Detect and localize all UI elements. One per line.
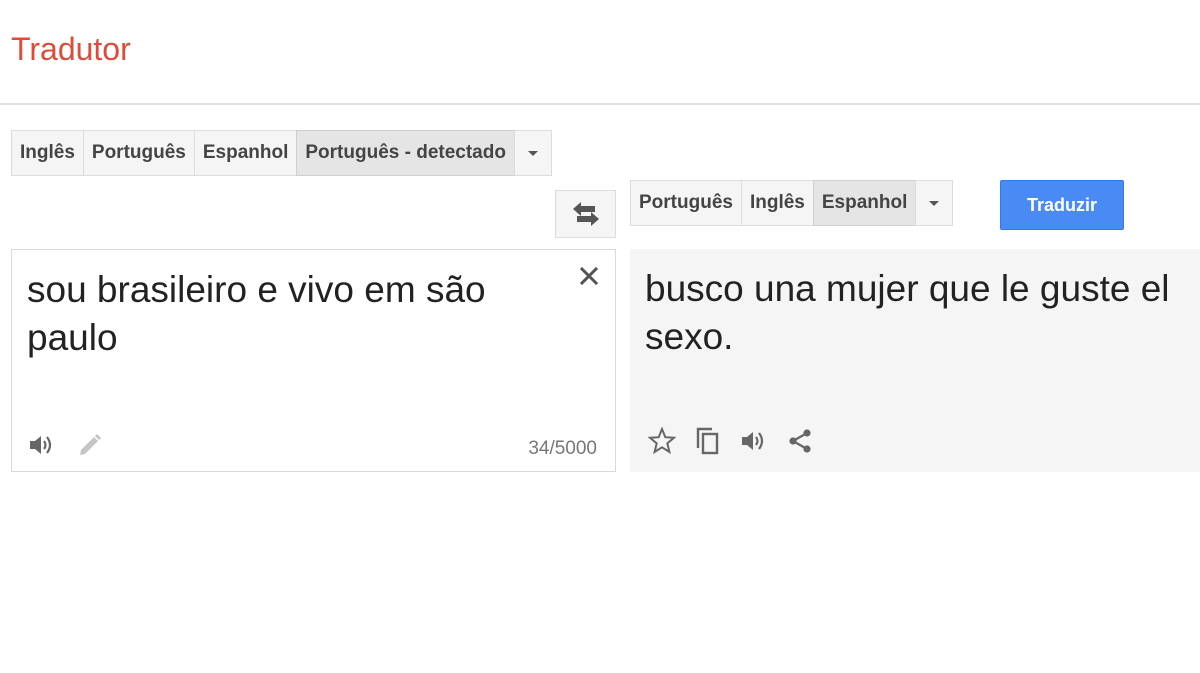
pencil-icon xyxy=(80,434,101,455)
close-icon xyxy=(580,267,598,285)
speaker-icon xyxy=(742,432,764,450)
header-divider xyxy=(0,103,1200,105)
source-lang-ingles[interactable]: Inglês xyxy=(11,130,84,176)
share-translation-button[interactable] xyxy=(785,426,815,456)
swap-languages-button[interactable] xyxy=(555,190,616,238)
source-text-input[interactable]: sou brasileiro e vivo em são paulo xyxy=(27,266,567,362)
source-lang-dropdown-button[interactable] xyxy=(513,130,552,176)
copy-icon xyxy=(696,427,719,455)
listen-source-button[interactable] xyxy=(27,430,57,460)
clear-source-button[interactable] xyxy=(577,264,601,288)
source-lang-detected[interactable]: Português - detectado xyxy=(296,130,515,176)
app-title: Tradutor xyxy=(11,31,131,67)
target-lang-dropdown-button[interactable] xyxy=(915,180,954,226)
translation-output: busco una mujer que le guste el sexo. xyxy=(645,268,1170,357)
copy-translation-button[interactable] xyxy=(693,426,723,456)
listen-translation-button[interactable] xyxy=(739,426,769,456)
target-text-panel: busco una mujer que le guste el sexo. xyxy=(630,249,1200,472)
share-icon xyxy=(789,429,811,453)
translate-button[interactable]: Traduzir xyxy=(1000,180,1124,230)
source-lang-portugues[interactable]: Português xyxy=(82,130,195,176)
edit-source-button[interactable] xyxy=(75,430,105,460)
save-translation-button[interactable] xyxy=(647,426,677,456)
chevron-down-icon xyxy=(929,200,940,206)
target-lang-espanhol[interactable]: Espanhol xyxy=(812,180,917,226)
star-icon xyxy=(648,427,676,455)
target-lang-portugues[interactable]: Português xyxy=(630,180,742,226)
speaker-icon xyxy=(30,436,52,454)
character-count: 34/5000 xyxy=(528,438,597,459)
source-language-bar: Inglês Português Espanhol Português - de… xyxy=(11,130,552,178)
chevron-down-icon xyxy=(527,150,538,156)
source-actions xyxy=(27,430,105,460)
source-lang-espanhol[interactable]: Espanhol xyxy=(193,130,298,176)
target-lang-ingles[interactable]: Inglês xyxy=(740,180,814,226)
swap-languages-icon xyxy=(572,202,599,226)
target-language-bar: Português Inglês Espanhol xyxy=(630,180,954,228)
source-text-panel: sou brasileiro e vivo em são paulo 34/50… xyxy=(11,249,616,472)
target-actions xyxy=(647,426,815,456)
